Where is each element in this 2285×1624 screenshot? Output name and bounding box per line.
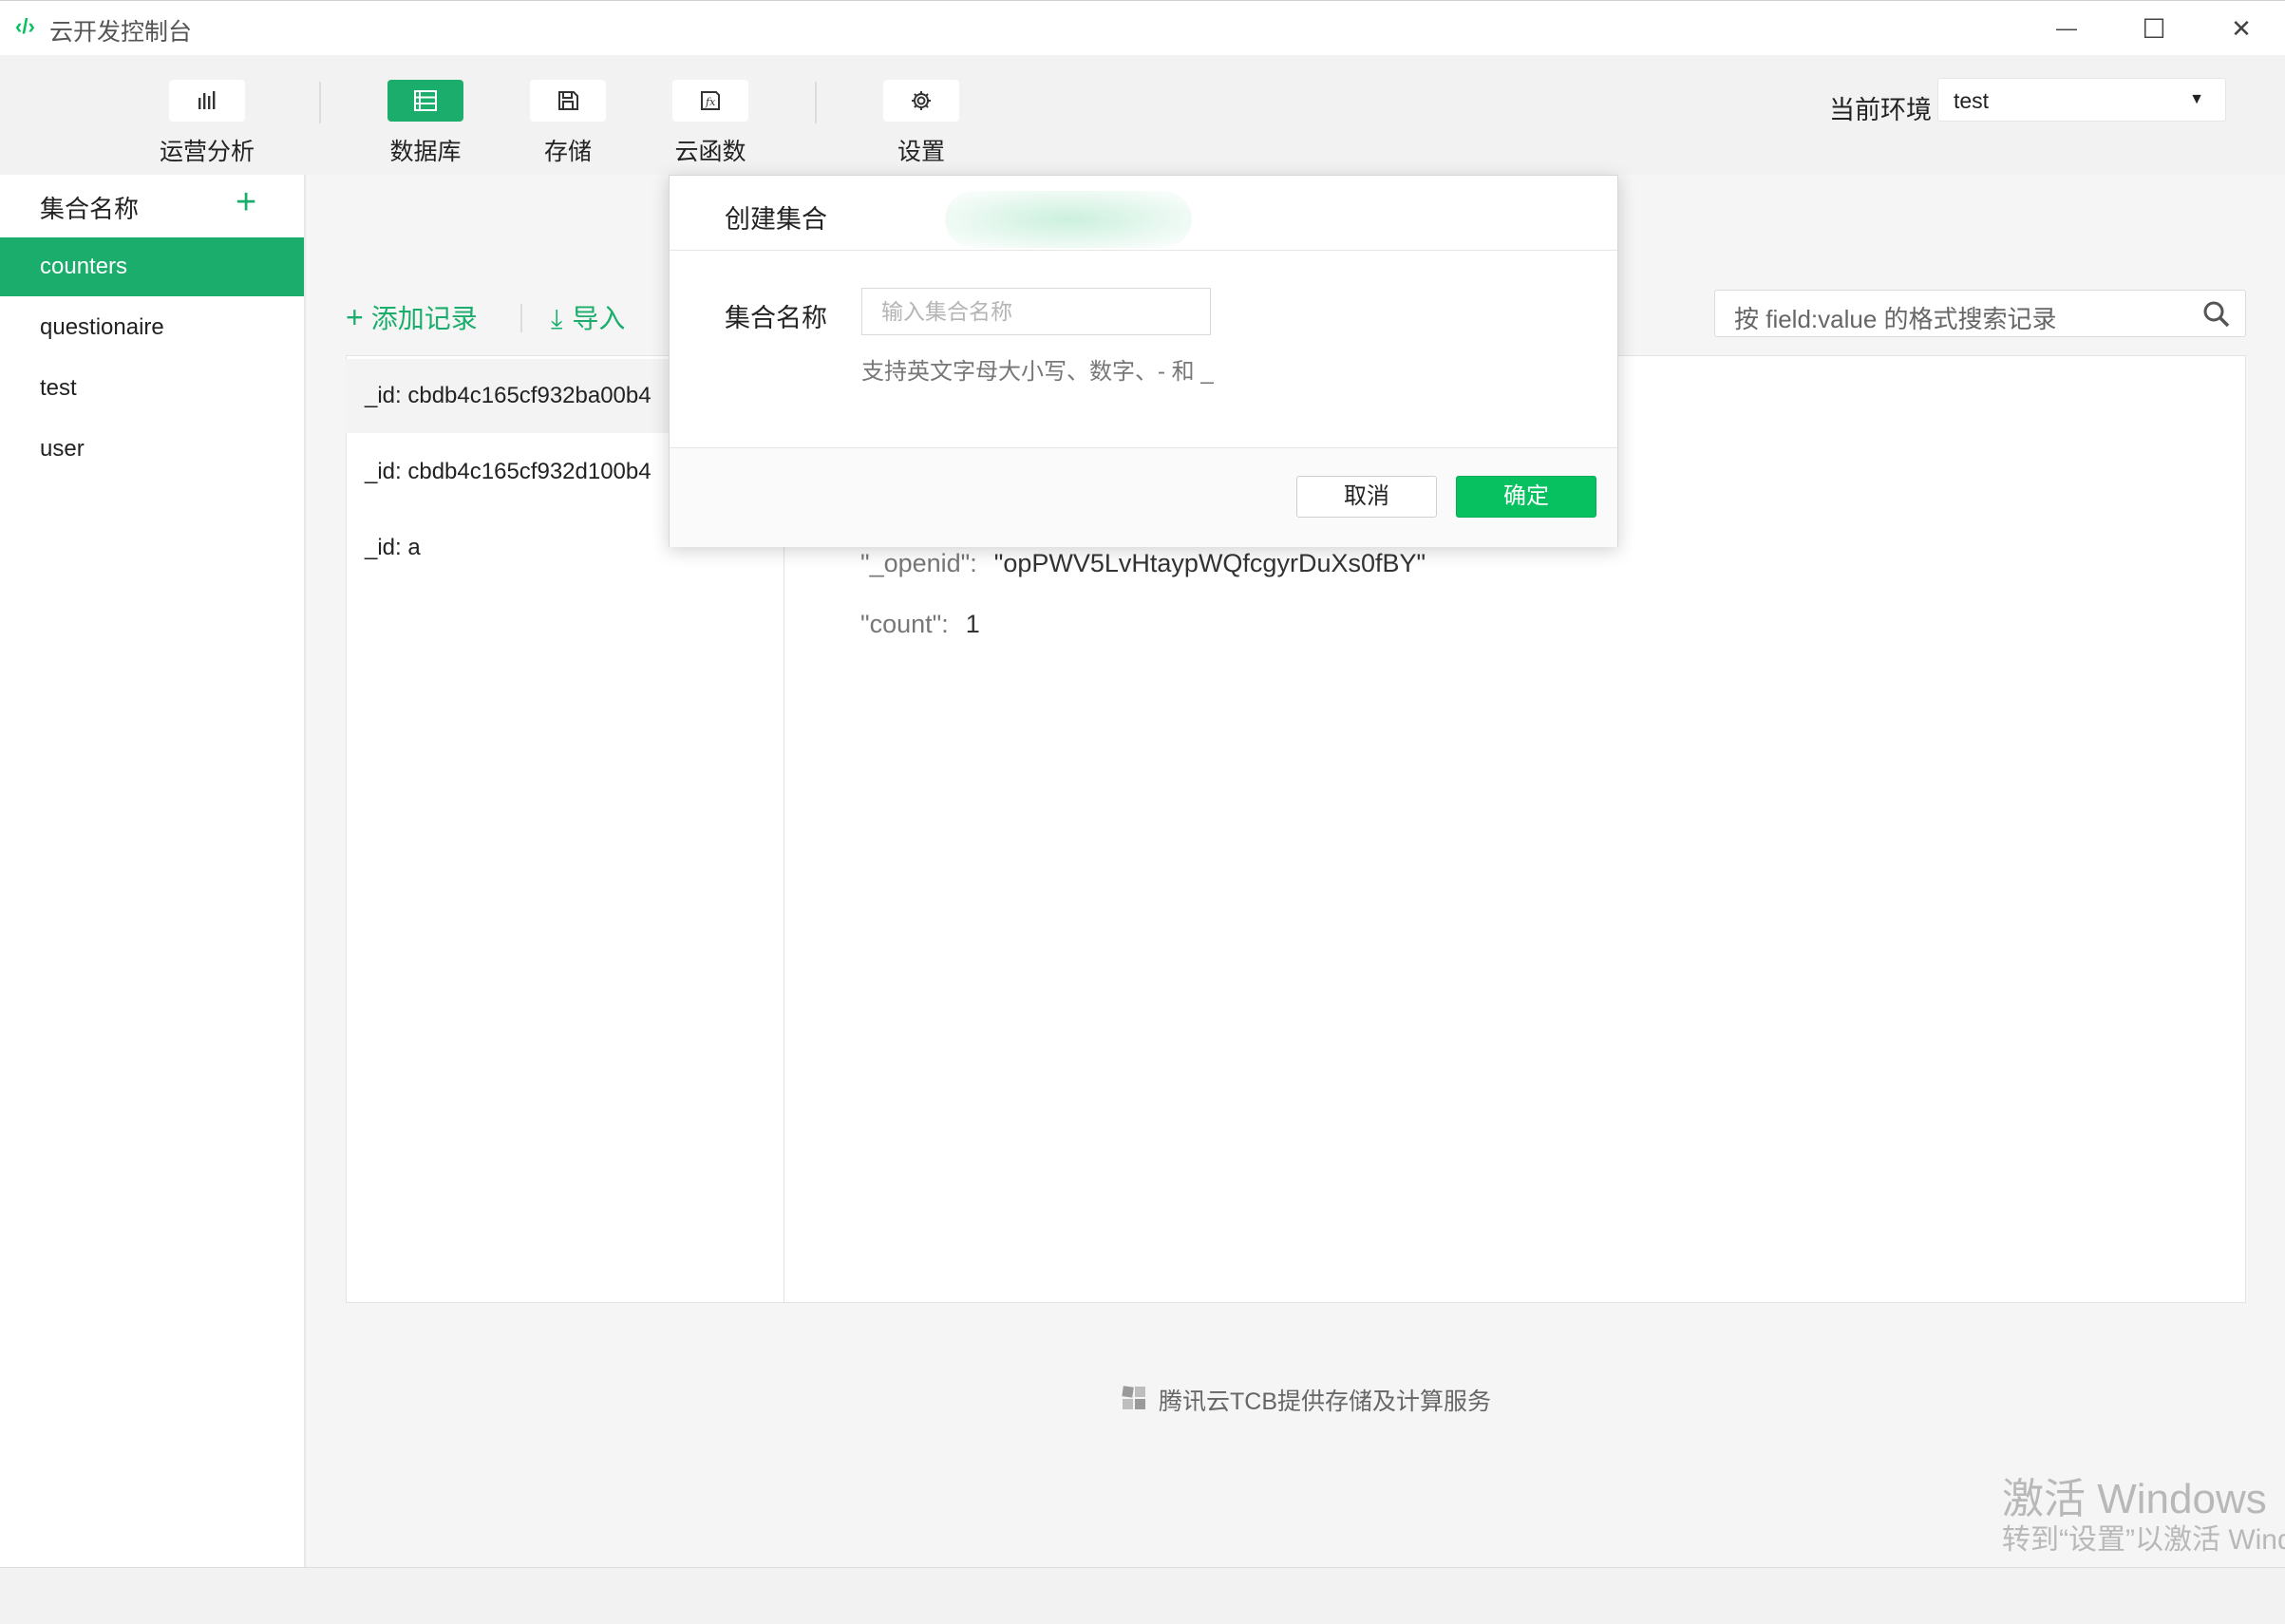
minimize-button[interactable]: — [2023,1,2110,56]
divider [520,304,522,332]
import-button[interactable]: ⤓ 导入 [551,298,625,336]
field-key: "_openid": [860,549,977,577]
collection-name-label: 集合名称 [725,304,827,332]
add-collection-button[interactable]: + [236,184,256,220]
download-icon: ⤓ [551,304,563,333]
dialog-header-glow [945,191,1192,248]
tencent-cloud-logo-icon [1119,1383,1149,1418]
tool-label: 数据库 [389,139,462,165]
add-record-button[interactable]: + 添加记录 [346,298,478,336]
divider [319,82,321,123]
gear-icon [883,80,959,122]
window-title: 云开发控制台 [49,19,193,46]
app-logo-icon: ‹/› [15,14,35,38]
svg-text:fx: fx [705,96,716,108]
collection-item-test[interactable]: test [0,359,304,418]
collection-name-input[interactable] [861,288,1211,335]
tool-label: 设置 [897,139,945,165]
tool-analytics[interactable]: 运营分析 [136,80,278,167]
collection-list-title: 集合名称 [40,195,140,223]
title-bar: ‹/› 云开发控制台 — ☐ ✕ [0,0,2285,56]
field-key: "count": [860,610,949,638]
plus-icon: + [346,300,364,334]
env-value: test [1954,88,1990,113]
cancel-button[interactable]: 取消 [1296,476,1437,518]
footer-note: 腾讯云TCB提供存储及计算服务 [1159,1388,1492,1415]
confirm-button[interactable]: 确定 [1456,476,1596,518]
collection-item-user[interactable]: user [0,420,304,479]
tool-database[interactable]: 数据库 [354,80,497,167]
minimize-icon: — [2056,16,2077,40]
collection-name-hint: 支持英文字母大小写、数字、- 和 _ [861,359,1214,385]
tool-label: 存储 [543,139,592,165]
maximize-button[interactable]: ☐ [2110,1,2198,56]
record-search-input[interactable]: 按 field:value 的格式搜索记录 [1714,290,2246,337]
activation-watermark-hint: 转到“设置”以激活 Windows。 [2002,1524,2285,1556]
dropdown-caret-icon: ▼ [2189,91,2204,107]
tool-settings[interactable]: 设置 [850,80,992,167]
database-icon [387,80,463,122]
search-placeholder: 按 field:value 的格式搜索记录 [1734,305,2057,333]
import-label: 导入 [572,304,626,333]
tool-label: 运营分析 [159,139,255,165]
toolbar: 运营分析 数据库 存储 fx 云函数 设置 当前环境 test ▼ [0,55,2285,176]
bar-chart-icon [169,80,245,122]
close-icon: ✕ [2231,13,2252,43]
create-collection-dialog: 创建集合 集合名称 支持英文字母大小写、数字、- 和 _ 取消 确定 [669,175,1618,547]
field-value: "opPWV5LvHtaypWQfcgyrDuXs0fBY" [993,549,1426,577]
collection-item-questionaire[interactable]: questionaire [0,298,304,357]
search-icon[interactable] [2201,299,2232,334]
save-icon [530,80,606,122]
dialog-title: 创建集合 [725,205,827,234]
close-window-button[interactable]: ✕ [2198,1,2285,56]
tool-label: 云函数 [674,139,746,165]
env-label: 当前环境 [1829,96,1932,124]
field-value: 1 [965,610,980,638]
env-select[interactable]: test ▼ [1937,78,2226,122]
maximize-icon: ☐ [2142,13,2166,44]
collection-item-counters[interactable]: counters [0,237,304,296]
tool-storage[interactable]: 存储 [497,80,639,167]
field-openid[interactable]: "_openid": "opPWV5LvHtaypWQfcgyrDuXs0fBY" [860,549,1426,578]
add-record-label: 添加记录 [370,304,478,333]
field-count[interactable]: "count": 1 [860,610,980,639]
tool-cloud-function[interactable]: fx 云函数 [639,80,782,167]
dialog-header: 创建集合 [670,176,1617,251]
function-icon: fx [672,80,748,122]
divider [815,82,817,123]
status-bar [0,1567,2285,1624]
